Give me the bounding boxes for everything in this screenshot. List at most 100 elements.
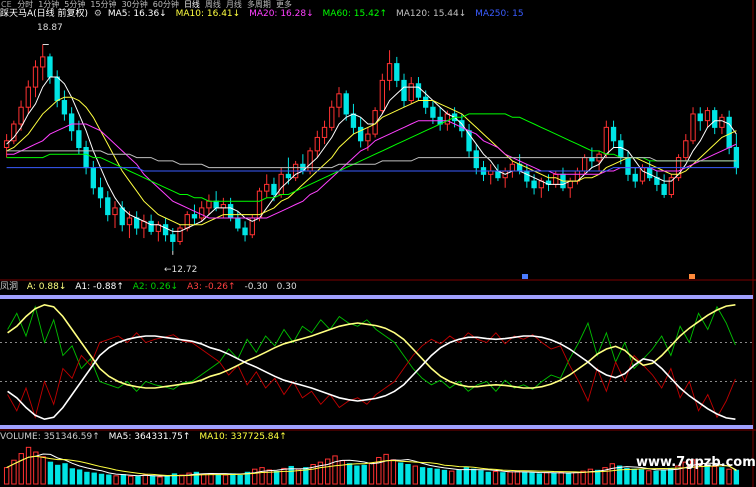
volume-bar	[339, 460, 346, 485]
site-watermark: www.7gpzb.com	[636, 455, 756, 470]
volume-bar	[529, 472, 535, 485]
candle-body	[97, 187, 104, 199]
candle-body	[285, 173, 292, 179]
candle-body	[603, 126, 609, 155]
volume-bar	[157, 476, 163, 485]
volume-bar	[397, 462, 404, 485]
candle-body	[278, 173, 284, 195]
candle-body	[379, 79, 386, 112]
candle-body	[343, 93, 349, 115]
volume-bar	[230, 473, 236, 485]
volume-bar	[565, 472, 572, 485]
volume-bar	[543, 472, 550, 485]
candle-body	[430, 106, 436, 118]
volume-bar	[325, 458, 331, 485]
candle-body	[40, 56, 46, 68]
volume-bar	[18, 453, 24, 485]
volume-bar	[120, 474, 127, 485]
volume-bar	[215, 474, 221, 485]
candle-body	[350, 113, 357, 128]
volume-bar	[536, 473, 543, 485]
volume-bar	[412, 465, 418, 485]
candle-body	[661, 183, 667, 195]
volume-bar	[149, 475, 156, 485]
candle-body	[25, 86, 31, 108]
volume-bar	[514, 470, 521, 485]
candle-body	[625, 157, 631, 175]
volume-bar	[419, 467, 426, 485]
volume-bar	[507, 471, 513, 485]
candle-body	[321, 126, 328, 138]
volume-bar	[164, 475, 170, 485]
candle-body	[191, 214, 198, 219]
candle-body	[264, 183, 270, 192]
candle-body	[610, 126, 617, 142]
volume-bar	[113, 475, 119, 485]
volume-bar	[40, 456, 46, 485]
volume-bar	[667, 467, 674, 485]
candle-body	[105, 197, 111, 216]
volume-bar	[281, 467, 287, 485]
volume-bar	[84, 471, 90, 485]
candle-body	[423, 96, 429, 108]
candle-body	[112, 207, 118, 216]
candle-body	[206, 200, 212, 209]
volume-bar	[624, 467, 630, 485]
candle-body	[213, 200, 219, 209]
volume-bar	[551, 472, 557, 485]
candle-body	[415, 83, 422, 98]
volume-bar	[470, 468, 477, 485]
candle-body	[697, 113, 703, 122]
volume-bar	[726, 468, 732, 485]
volume-bar	[383, 453, 389, 485]
volume-bar	[47, 461, 54, 485]
event-marker	[689, 274, 695, 279]
candle-body	[220, 204, 227, 209]
max-price-annotation: 18.87	[37, 23, 63, 33]
candle-body	[184, 214, 190, 229]
volume-bar	[76, 469, 83, 485]
volume-bar	[405, 464, 411, 485]
candle-body	[647, 167, 653, 179]
volume-bar	[368, 462, 375, 485]
volume-bar	[135, 476, 141, 485]
volume-bar	[91, 472, 97, 485]
candle-body	[712, 110, 718, 128]
volume-bar	[660, 469, 667, 485]
volume-bar	[573, 471, 579, 485]
candle-body	[32, 66, 39, 88]
volume-bar	[179, 474, 185, 485]
volume-bar	[558, 471, 564, 485]
volume-bar	[449, 470, 455, 485]
volume-bar	[346, 463, 353, 485]
min-price-annotation: ←12.72	[164, 265, 197, 275]
candle-body	[726, 116, 732, 149]
candle-body	[524, 170, 530, 182]
candle-body	[68, 113, 75, 132]
candle-body	[54, 76, 60, 102]
candle-body	[704, 110, 711, 122]
candle-body	[408, 83, 414, 102]
candle-body	[271, 183, 277, 195]
stock-chart-screen: CE 分时 1分钟 5分钟 15分钟 30分钟 60分钟 日线 周线 月线 多周期 更多 踩天马A(…	[0, 0, 756, 487]
volume-bar	[332, 455, 338, 485]
volume-bar	[237, 474, 243, 485]
candle-body	[329, 106, 335, 128]
volume-bar	[295, 468, 302, 485]
event-marker	[522, 274, 528, 279]
volume-bar	[427, 467, 433, 485]
osc-a3-label: A3: -0.26↑	[186, 282, 236, 292]
candle-body	[314, 136, 320, 152]
candle-body	[531, 180, 537, 189]
candle-body	[134, 217, 140, 229]
oscillator-name: 凤洞	[0, 282, 19, 292]
candle-body	[386, 63, 393, 81]
candle-body	[177, 227, 183, 242]
osc-a1-label: A1: -0.88↑	[75, 282, 124, 292]
candle-body	[690, 113, 696, 142]
osc-ref-high-label: 0.30	[276, 282, 297, 292]
volume-bar	[200, 473, 207, 485]
volume-bar	[456, 469, 462, 485]
volume-bar	[98, 473, 105, 485]
volume-bar	[259, 467, 265, 485]
